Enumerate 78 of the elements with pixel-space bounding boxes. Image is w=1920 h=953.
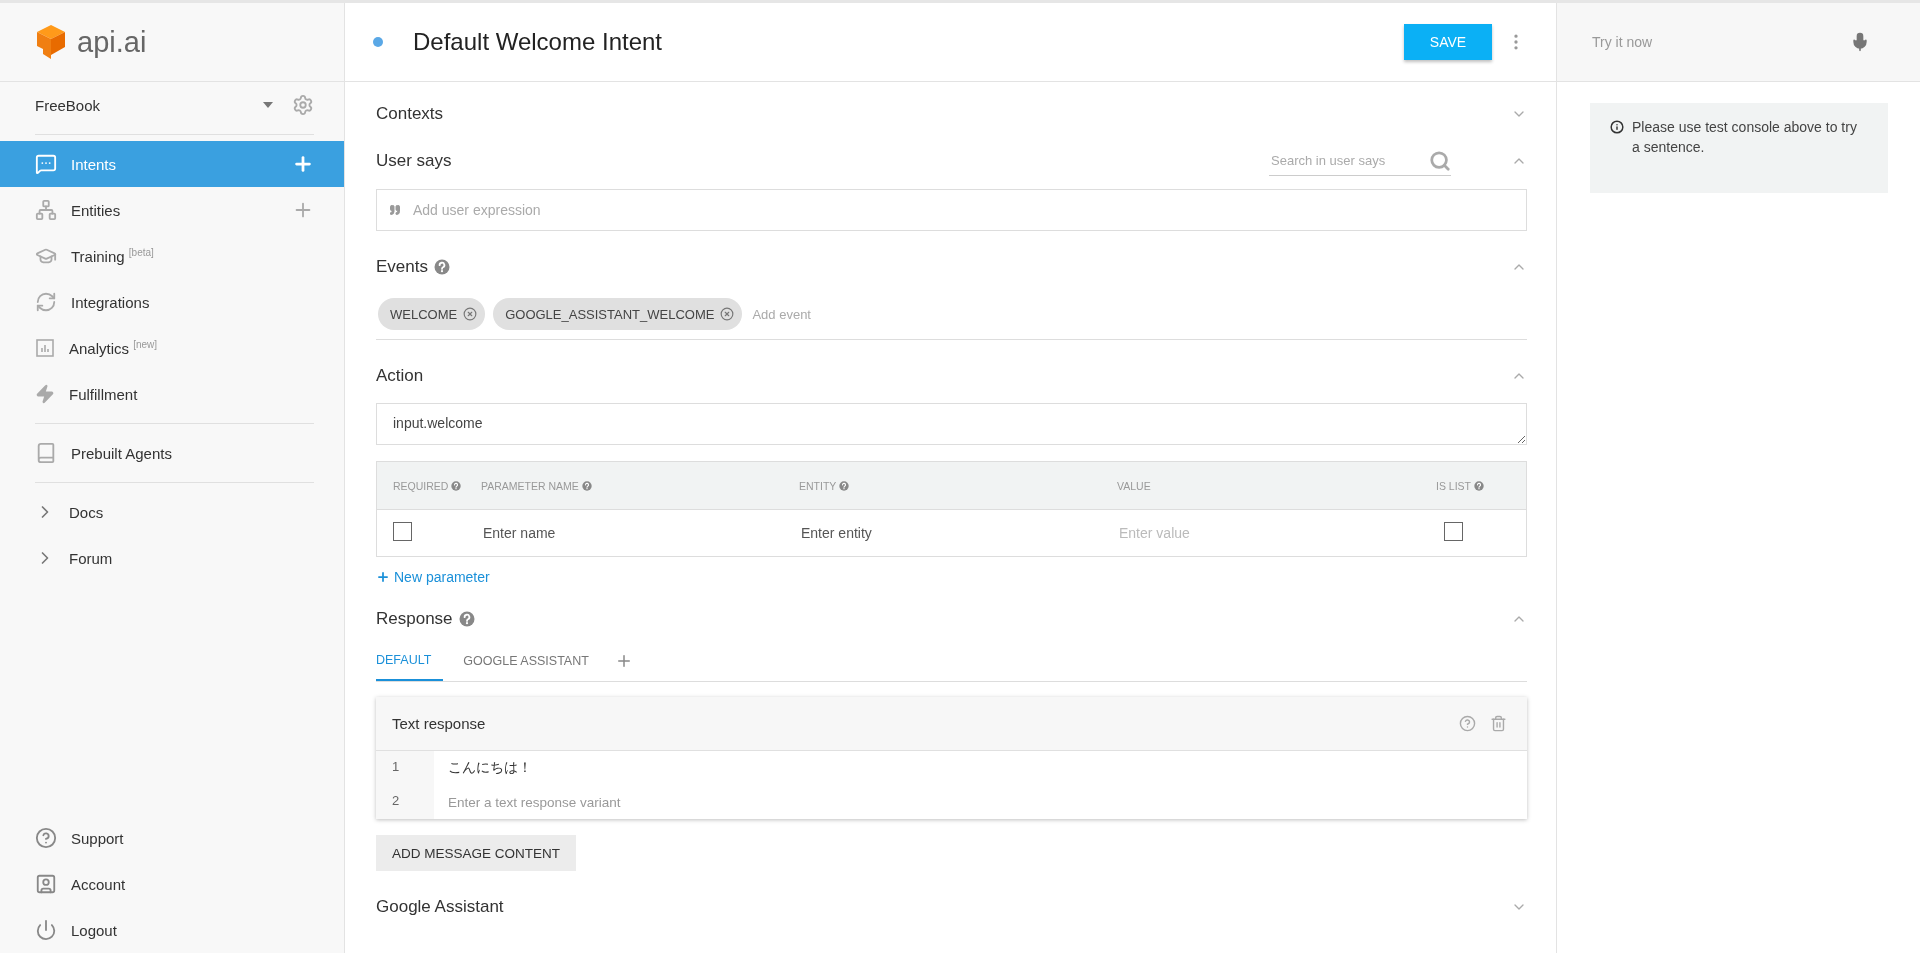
cube-logo-icon [35, 23, 67, 61]
response-text[interactable]: こんにちは！ [434, 751, 532, 785]
nav-label: Prebuilt Agents [71, 444, 173, 462]
add-message-content-button[interactable]: ADD MESSAGE CONTENT [376, 835, 577, 871]
line-number: 2 [376, 785, 434, 819]
nav-item[interactable]: Fulfillment [0, 371, 344, 417]
nav-item[interactable]: Entities [0, 187, 344, 233]
dropdown-caret-icon[interactable] [262, 101, 274, 109]
try-it-field[interactable]: Try it now [1590, 33, 1850, 51]
is-list-checkbox[interactable] [1444, 521, 1463, 541]
nav-item[interactable]: Forum [0, 535, 344, 581]
bar-chart-icon [35, 338, 55, 358]
section-title: User says [376, 151, 452, 171]
agent-name: FreeBook [35, 96, 102, 114]
card-title: Text response [392, 715, 487, 732]
account-icon [35, 873, 57, 895]
status-dot [373, 37, 383, 47]
remove-icon[interactable] [720, 307, 735, 321]
book-icon [35, 442, 57, 464]
search-field[interactable]: Search in user says [1269, 146, 1451, 176]
section-title: Contexts [376, 104, 444, 124]
logo-text: api.ai [77, 25, 147, 59]
section-title: Google Assistant [376, 897, 504, 917]
section-title: Events [376, 257, 428, 277]
nav-item[interactable]: Prebuilt Agents [0, 430, 344, 476]
hierarchy-icon [35, 199, 57, 221]
plus-icon [376, 570, 390, 584]
info-text: Please use test console above to try a sentence. [1632, 118, 1858, 157]
search-icon [1429, 149, 1451, 172]
nav-item[interactable]: Docs [0, 489, 344, 535]
nav-label: Forum [69, 549, 114, 567]
nav-item[interactable]: Integrations [0, 279, 344, 325]
nav-label: Logout [71, 921, 118, 939]
power-icon [35, 919, 57, 941]
info-icon [1610, 120, 1624, 134]
required-checkbox[interactable] [393, 521, 412, 541]
help-icon [35, 827, 57, 849]
section-title: Action [376, 366, 424, 386]
new-parameter-link[interactable]: New parameter [376, 564, 1527, 590]
help-icon[interactable] [1459, 715, 1476, 732]
response-variant-field[interactable]: Enter a text response variant [434, 785, 1527, 819]
nav-item[interactable]: Training $^{[beta]}$ [0, 233, 344, 279]
nav-item[interactable]: Support [0, 815, 344, 861]
column-header: ENTITY [799, 479, 1117, 492]
nav-label: Entities [71, 201, 122, 219]
intent-title: Default Welcome Intent [413, 28, 663, 56]
trash-icon[interactable] [1490, 715, 1507, 732]
nav-label: Docs [69, 503, 105, 521]
nav-item[interactable]: Analytics $^{[new]}$ [0, 325, 344, 371]
section-title: Response [376, 609, 453, 629]
lightning-icon [35, 384, 55, 404]
column-header: IS LIST [1436, 479, 1526, 492]
column-header: REQUIRED [393, 479, 481, 492]
nav-label: Training $^{[beta]}$ [71, 247, 155, 265]
nav-label: Support [71, 829, 125, 847]
nav-label: Account [71, 875, 127, 893]
column-header: PARAMETER NAME [481, 479, 799, 492]
settings-icon[interactable] [292, 94, 314, 116]
nav-item[interactable]: Logout [0, 907, 344, 953]
nav-label: Analytics $^{[new]}$ [69, 339, 159, 357]
column-header: VALUE [1117, 479, 1152, 492]
plus-icon[interactable] [292, 153, 314, 175]
search-input[interactable]: Search in user says [1269, 152, 1429, 169]
user-expression-field[interactable]: Add user expression [376, 189, 1527, 231]
action-field[interactable]: input.welcome [376, 403, 1527, 445]
nav-label: Integrations [71, 293, 151, 311]
remove-icon[interactable] [463, 307, 478, 321]
event-chip: WELCOME [378, 298, 486, 330]
nav-label: Intents [71, 155, 118, 173]
chat-icon [35, 153, 57, 175]
event-chip: GOOGLE_ASSISTANT_WELCOME [493, 298, 743, 330]
nav-item[interactable]: Account [0, 861, 344, 907]
nav-label: Fulfillment [69, 385, 139, 403]
quote-icon [389, 204, 401, 216]
refresh-icon [35, 291, 57, 313]
response-tab[interactable]: GOOGLE ASSISTANT [451, 641, 601, 681]
microphone-icon[interactable] [1850, 32, 1870, 52]
line-number: 1 [376, 751, 434, 785]
